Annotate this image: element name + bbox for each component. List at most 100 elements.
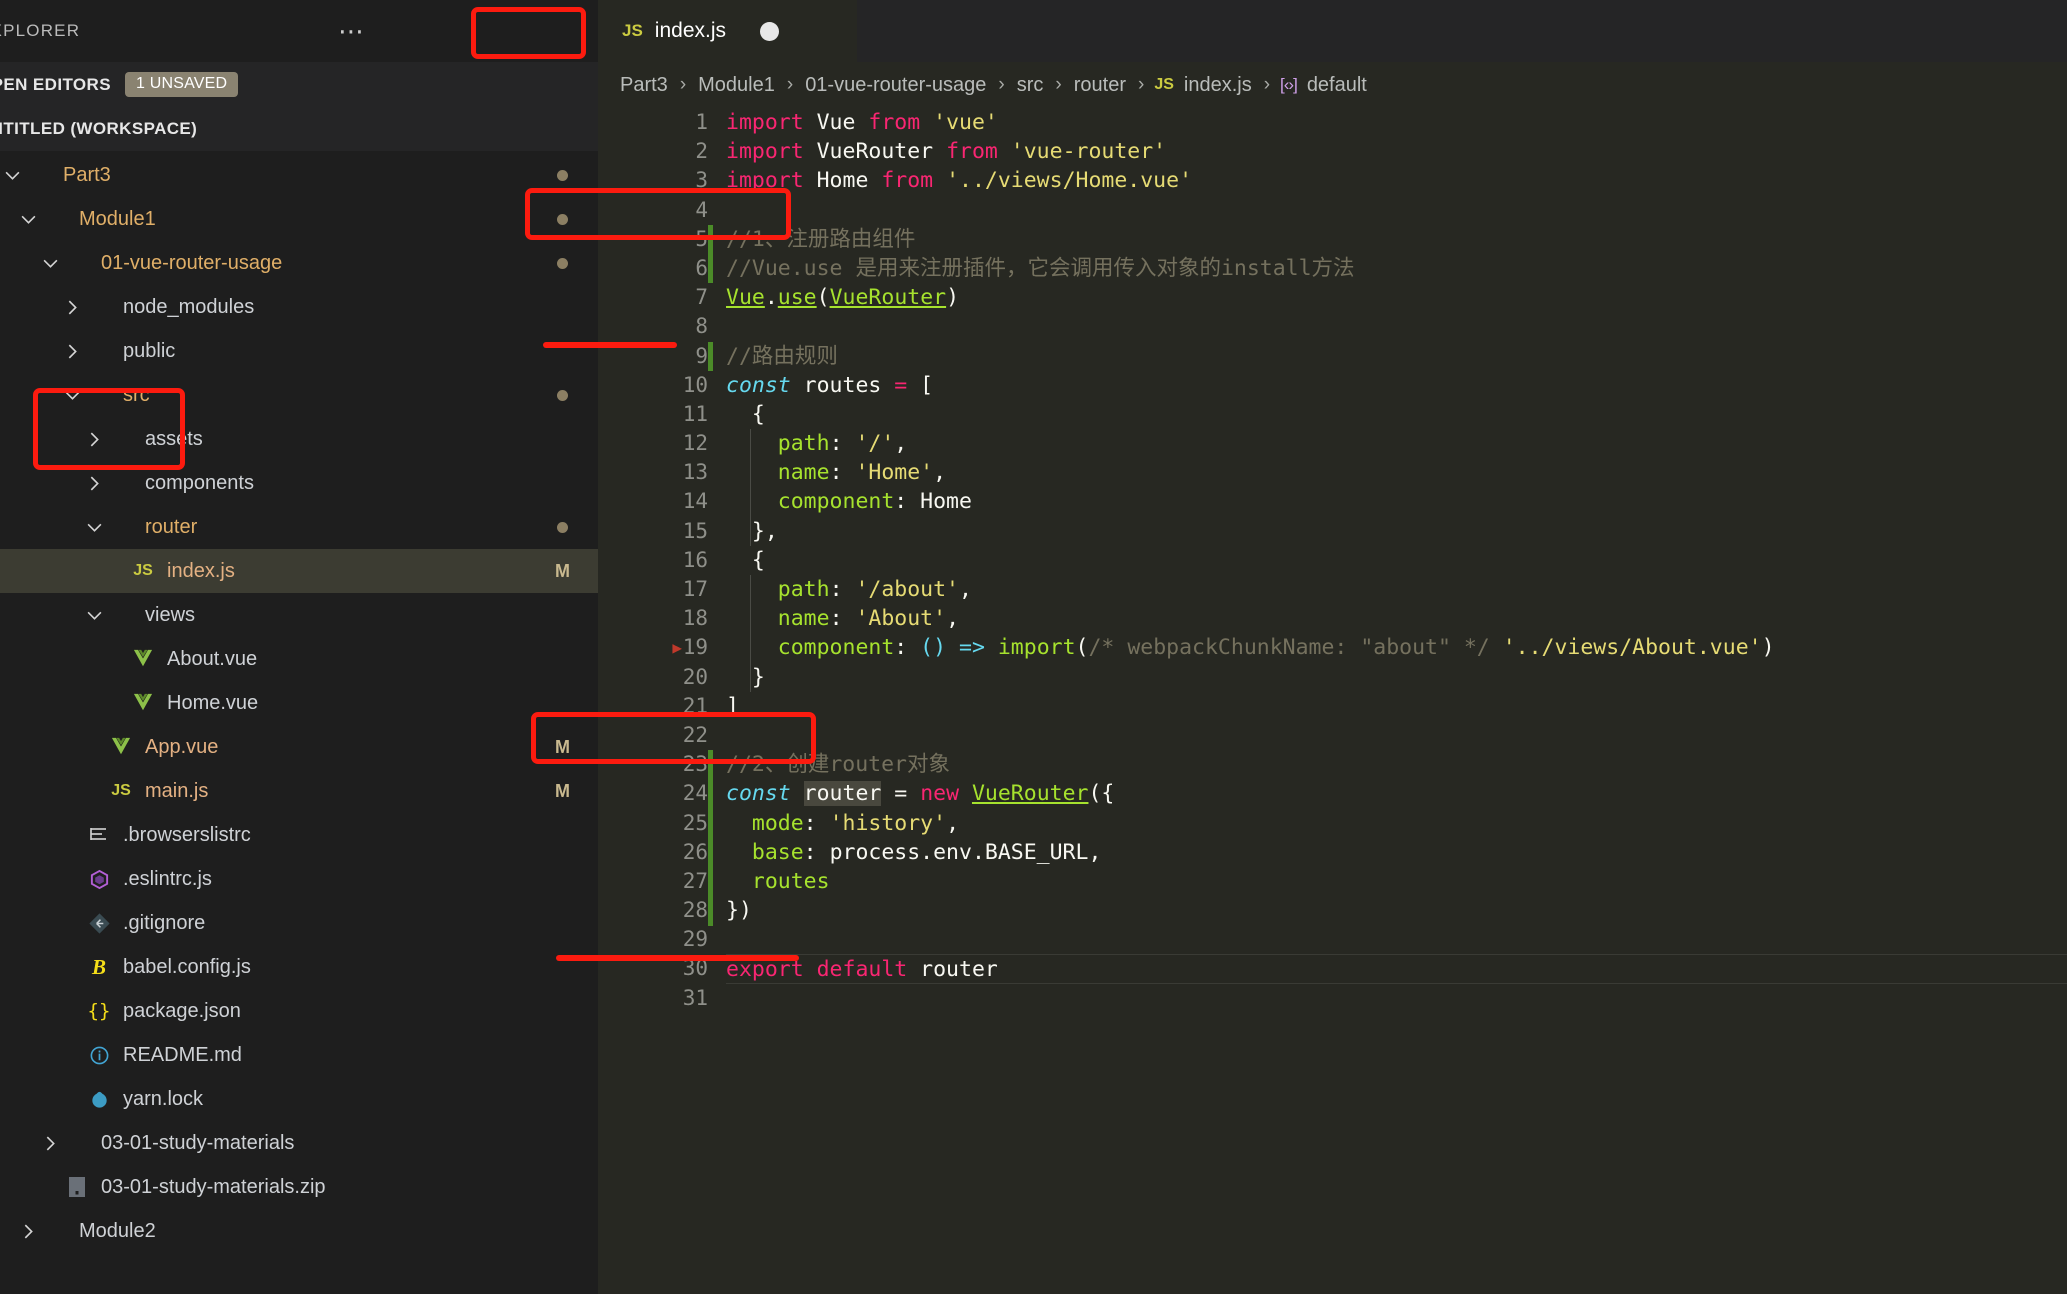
- tree-file-row[interactable]: JS main.js M: [0, 769, 598, 813]
- code-line[interactable]: Vue.use(VueRouter): [726, 283, 2067, 312]
- tree-item-label: Part3: [63, 163, 111, 186]
- code-line[interactable]: //1、注册路由组件: [726, 225, 2067, 254]
- workspace-section-header[interactable]: UNTITLED (WORKSPACE): [0, 107, 598, 151]
- code-line[interactable]: }): [726, 896, 2067, 925]
- line-number: 7: [695, 285, 708, 310]
- code-line[interactable]: base: process.env.BASE_URL,: [726, 838, 2067, 867]
- chevron-down-icon[interactable]: [82, 519, 106, 536]
- git-added-marker: [708, 867, 713, 897]
- tree-item-label: babel.config.js: [123, 955, 251, 978]
- code-line[interactable]: const router = new VueRouter({: [726, 779, 2067, 808]
- tree-folder-row[interactable]: components: [0, 461, 598, 505]
- breadcrumb-item[interactable]: index.js: [1182, 74, 1254, 97]
- workspace-label: UNTITLED (WORKSPACE): [0, 119, 198, 138]
- code-line[interactable]: {: [726, 400, 2067, 429]
- tree-item-label: README.md: [123, 1043, 242, 1066]
- json-file-icon: {}: [87, 1000, 111, 1022]
- chevron-down-icon[interactable]: [38, 255, 62, 272]
- code-line[interactable]: //路由规则: [726, 342, 2067, 371]
- code-line[interactable]: path: '/about',: [726, 575, 2067, 604]
- tree-file-row[interactable]: yarn.lock: [0, 1077, 598, 1121]
- code-line[interactable]: //2、创建router对象: [726, 750, 2067, 779]
- code-editor[interactable]: 1 2 3 4 5 6 7 8 9 10 11 12 13 14 15 16 17 18 ▶ 19 20 21 22 23 24…: [598, 108, 2067, 1294]
- code-line[interactable]: import VueRouter from 'vue-router': [726, 137, 2067, 166]
- tab-index-js[interactable]: JS index.js: [598, 0, 857, 62]
- tree-item-label: node_modules: [123, 295, 255, 318]
- tree-file-row[interactable]: Home.vue: [0, 681, 598, 725]
- chevron-right-icon[interactable]: [82, 431, 106, 448]
- code-line[interactable]: path: '/',: [726, 429, 2067, 458]
- code-line[interactable]: [726, 721, 2067, 750]
- tree-file-row[interactable]: 03-01-study-materials.zip: [0, 1165, 598, 1209]
- tree-folder-row[interactable]: Module1: [0, 197, 598, 241]
- chevron-down-icon[interactable]: [60, 387, 84, 404]
- code-line[interactable]: mode: 'history',: [726, 809, 2067, 838]
- code-line[interactable]: component: Home: [726, 487, 2067, 516]
- breadcrumb-item[interactable]: Module1: [696, 74, 777, 97]
- code-line[interactable]: [726, 196, 2067, 225]
- breadcrumb-item[interactable]: 01-vue-router-usage: [803, 74, 988, 97]
- line-number: 4: [695, 197, 708, 222]
- explorer-title-bar: EXPLORER ⋯: [0, 0, 598, 62]
- breadcrumb-item[interactable]: default: [1305, 74, 1369, 97]
- tree-file-row[interactable]: App.vue M: [0, 725, 598, 769]
- unstaged-dot-icon: [557, 257, 568, 269]
- code-line[interactable]: [726, 925, 2067, 954]
- chevron-down-icon[interactable]: [82, 607, 106, 624]
- tree-folder-row[interactable]: node_modules: [0, 285, 598, 329]
- code-line[interactable]: //Vue.use 是用来注册插件，它会调用传入对象的install方法: [726, 254, 2067, 283]
- tree-folder-row[interactable]: Module2: [0, 1209, 598, 1253]
- chevron-right-icon[interactable]: [60, 299, 84, 316]
- breadcrumb-item[interactable]: router: [1072, 74, 1128, 97]
- tree-file-row[interactable]: .gitignore: [0, 901, 598, 945]
- code-line[interactable]: ]: [726, 692, 2067, 721]
- line-number: 14: [682, 489, 708, 514]
- git-added-marker: [708, 750, 713, 780]
- tree-file-row[interactable]: README.md: [0, 1033, 598, 1077]
- tree-folder-row[interactable]: Part3: [0, 153, 598, 197]
- tree-item-label: yarn.lock: [123, 1087, 204, 1110]
- breadcrumb-item[interactable]: src: [1015, 74, 1046, 97]
- code-line[interactable]: import Home from '../views/Home.vue': [726, 166, 2067, 195]
- code-line[interactable]: routes: [726, 867, 2067, 896]
- unsaved-badge: 1 UNSAVED: [124, 72, 239, 97]
- tree-item-label: Module2: [79, 1219, 156, 1242]
- code-content[interactable]: import Vue from 'vue' import VueRouter fr…: [726, 108, 2067, 1294]
- chevron-right-icon[interactable]: [38, 1135, 62, 1152]
- tree-folder-row[interactable]: views: [0, 593, 598, 637]
- chevron-right-icon[interactable]: [16, 1223, 40, 1240]
- tree-folder-row[interactable]: assets: [0, 417, 598, 461]
- line-number: 1: [695, 110, 708, 134]
- line-number: 21: [682, 693, 708, 718]
- tree-folder-row[interactable]: public: [0, 329, 598, 373]
- tree-folder-row[interactable]: src: [0, 373, 598, 417]
- tree-file-row[interactable]: About.vue: [0, 637, 598, 681]
- code-line[interactable]: export default router: [726, 954, 2067, 984]
- tree-folder-row[interactable]: 03-01-study-materials: [0, 1121, 598, 1165]
- breadcrumb-item[interactable]: Part3: [618, 74, 670, 97]
- code-line[interactable]: const routes = [: [726, 371, 2067, 400]
- tree-folder-row[interactable]: 01-vue-router-usage: [0, 241, 598, 285]
- tree-file-row[interactable]: {} package.json: [0, 989, 598, 1033]
- tree-file-row[interactable]: .browserslistrc: [0, 813, 598, 857]
- chevron-down-icon[interactable]: [16, 211, 40, 228]
- code-line[interactable]: },: [726, 517, 2067, 546]
- tree-item-label: 03-01-study-materials.zip: [101, 1175, 326, 1198]
- tree-file-row[interactable]: JS index.js M: [0, 549, 598, 593]
- chevron-right-icon[interactable]: [82, 475, 106, 492]
- chevron-right-icon[interactable]: [60, 343, 84, 360]
- tree-folder-row[interactable]: router: [0, 505, 598, 549]
- code-line[interactable]: }: [726, 663, 2067, 692]
- code-line[interactable]: name: 'About',: [726, 604, 2067, 633]
- tree-item-label: Home.vue: [167, 691, 259, 714]
- code-line[interactable]: import Vue from 'vue': [726, 108, 2067, 137]
- code-line[interactable]: component: () => import(/* webpackChunkN…: [726, 633, 2067, 662]
- tree-file-row[interactable]: .eslintrc.js: [0, 857, 598, 901]
- code-line[interactable]: name: 'Home',: [726, 458, 2067, 487]
- tree-file-row[interactable]: Bbabel.config.js: [0, 945, 598, 989]
- chevron-down-icon[interactable]: [0, 167, 24, 184]
- unsaved-dot-icon[interactable]: [760, 21, 779, 41]
- open-editors-section-header[interactable]: OPEN EDITORS 1 UNSAVED: [0, 62, 598, 107]
- code-line[interactable]: {: [726, 546, 2067, 575]
- code-line[interactable]: [726, 312, 2067, 341]
